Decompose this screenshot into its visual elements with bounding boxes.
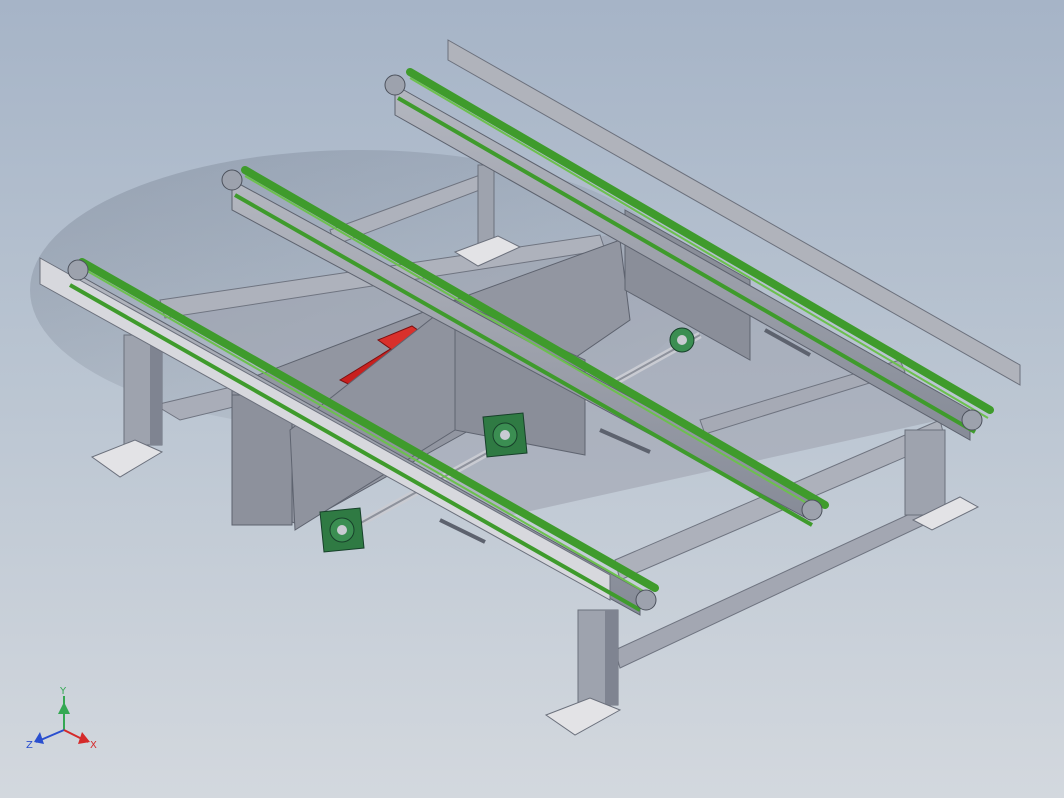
x-axis-label: X — [90, 740, 97, 751]
y-axis-label: Y — [59, 686, 67, 697]
z-axis-arrow — [34, 732, 44, 744]
conveyor-3d-model[interactable] — [0, 0, 1064, 798]
y-axis-arrow — [58, 702, 70, 714]
z-axis-label: Z — [26, 740, 33, 751]
orientation-triad: Y Z X — [26, 686, 97, 751]
graphics-viewport[interactable]: Y Z X — [0, 0, 1064, 798]
